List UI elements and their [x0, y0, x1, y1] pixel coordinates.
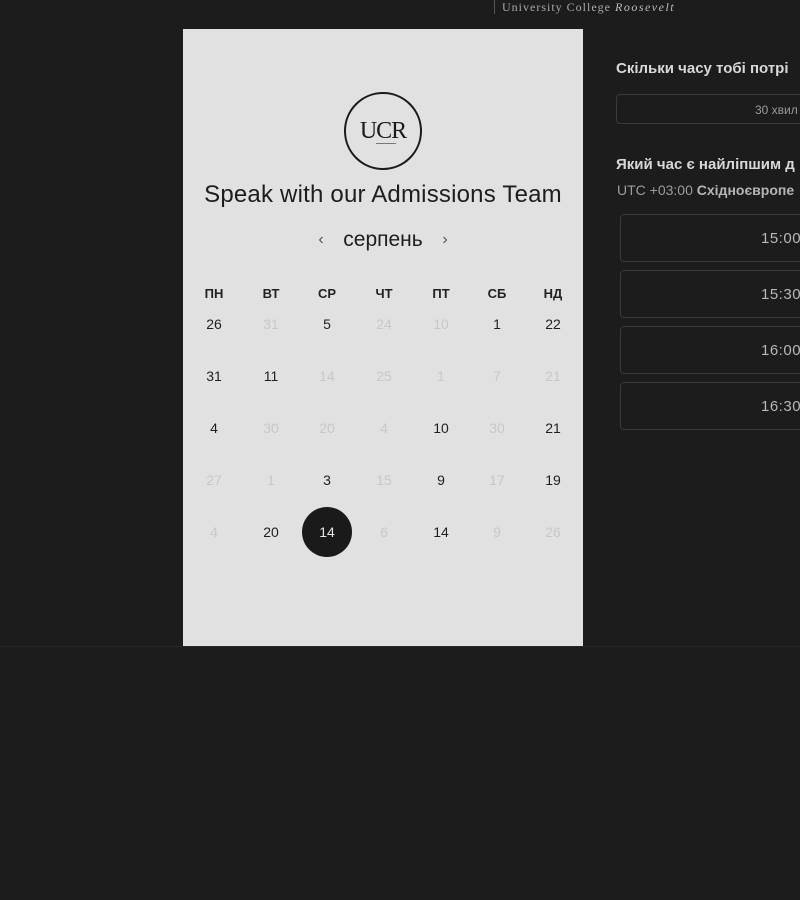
calendar-day: 27 [206, 472, 222, 488]
calendar-day: 31 [263, 316, 279, 332]
ucr-logo: UCR [344, 92, 422, 170]
calendar-day[interactable]: 9 [416, 455, 466, 505]
timezone-name: Східноєвропе [696, 182, 795, 198]
time-slot-label: 15:30 [761, 286, 800, 303]
calendar-day: 4 [380, 420, 388, 436]
logo-initials: UCR [359, 117, 407, 144]
calendar-day[interactable]: 21 [528, 403, 578, 453]
logo-text-italic: Roosevelt [614, 0, 676, 14]
calendar-day[interactable]: 14 [416, 507, 466, 557]
calendar-day: 20 [319, 420, 335, 436]
timezone-offset: UTC +03:00 [617, 182, 697, 198]
calendar-day-selected[interactable]: 14 [302, 507, 352, 557]
time-slot-label: 16:00 [761, 342, 800, 359]
calendar-day[interactable]: 26 [189, 299, 239, 349]
calendar-day: 4 [210, 524, 218, 540]
calendar-day[interactable]: 4 [189, 403, 239, 453]
timezone-label[interactable]: UTC +03:00 Східноєвропе [617, 182, 794, 198]
calendar-day: 10 [433, 316, 449, 332]
calendar-day[interactable]: 10 [416, 403, 466, 453]
time-question: Який час є найліпшим д [616, 156, 795, 173]
calendar-day: 6 [380, 524, 388, 540]
divider [0, 646, 800, 647]
calendar-day: 7 [493, 368, 501, 384]
duration-question: Скільки часу тобі потрі [616, 60, 789, 77]
calendar-day[interactable]: 11 [246, 351, 296, 401]
calendar-day[interactable]: 31 [189, 351, 239, 401]
time-slot-button[interactable]: 16:00 [620, 326, 800, 374]
calendar-day: 1 [267, 472, 275, 488]
calendar-day[interactable]: 20 [246, 507, 296, 557]
calendar-card: UCR Speak with our Admissions Team серпе… [183, 29, 583, 646]
time-slot-label: 16:30 [761, 398, 800, 415]
calendar-day: 30 [489, 420, 505, 436]
time-slot-button[interactable]: 16:30 [620, 382, 800, 430]
page: University College Roosevelt UCR Speak w… [0, 0, 800, 900]
calendar-day: 26 [545, 524, 561, 540]
logo-text: University College [502, 0, 615, 14]
chevron-left-icon[interactable]: ‹ [313, 230, 329, 250]
calendar-day: 1 [437, 368, 445, 384]
page-title: Speak with our Admissions Team [204, 181, 562, 208]
duration-select[interactable]: 30 хвил [616, 94, 800, 124]
chevron-right-icon[interactable]: › [437, 230, 453, 250]
time-slot-label: 15:00 [761, 230, 800, 247]
calendar-day: 17 [489, 472, 505, 488]
calendar-day: 14 [319, 368, 335, 384]
calendar-day: 30 [263, 420, 279, 436]
calendar-day: 24 [376, 316, 392, 332]
calendar-day[interactable]: 5 [302, 299, 352, 349]
calendar-day[interactable]: 19 [528, 455, 578, 505]
month-navigator: серпень ‹ › [183, 227, 583, 255]
calendar-day: 9 [493, 524, 501, 540]
calendar-day[interactable]: 22 [528, 299, 578, 349]
month-label: серпень [343, 228, 423, 251]
duration-value: 30 хвил [755, 103, 798, 117]
calendar-day: 25 [376, 368, 392, 384]
calendar-day: 21 [545, 368, 561, 384]
time-slot-button[interactable]: 15:00 [620, 214, 800, 262]
calendar-day[interactable]: 3 [302, 455, 352, 505]
time-slot-button[interactable]: 15:30 [620, 270, 800, 318]
calendar-day[interactable]: 1 [472, 299, 522, 349]
logo-underline [376, 143, 396, 144]
calendar-day: 15 [376, 472, 392, 488]
university-logo[interactable]: University College Roosevelt [494, 0, 675, 14]
